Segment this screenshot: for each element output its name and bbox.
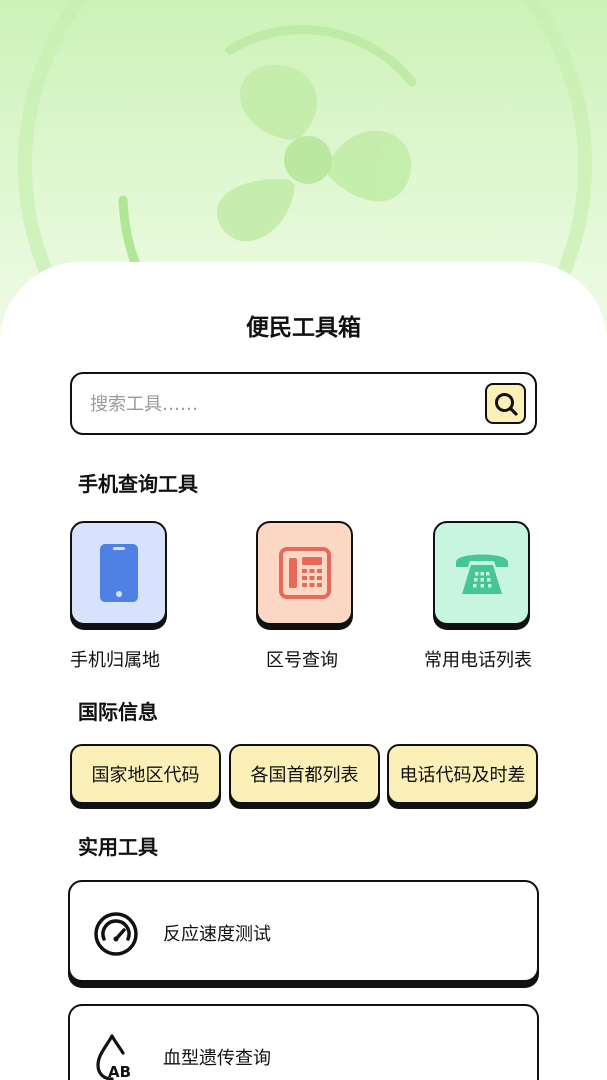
chip-dialing-timezone[interactable]: 电话代码及时差 bbox=[387, 744, 538, 804]
search-bar bbox=[70, 372, 537, 435]
blood-type-ab-icon: AB bbox=[96, 1034, 131, 1080]
section-title-international: 国际信息 bbox=[78, 700, 158, 724]
section-title-phone-tools: 手机查询工具 bbox=[78, 472, 198, 496]
search-input[interactable] bbox=[90, 387, 470, 421]
tool-label: 常用电话列表 bbox=[424, 650, 532, 671]
tool-area-code[interactable]: 区号查询 bbox=[256, 521, 396, 671]
smartphone-icon bbox=[99, 544, 138, 602]
util-label: 血型遗传查询 bbox=[163, 1048, 271, 1069]
tool-phone-location[interactable]: 手机归属地 bbox=[70, 521, 210, 671]
section-title-utilities: 实用工具 bbox=[78, 835, 158, 859]
page-title: 便民工具箱 bbox=[246, 315, 361, 341]
search-icon bbox=[494, 392, 518, 416]
tool-label: 区号查询 bbox=[266, 650, 338, 671]
speedometer-icon bbox=[94, 912, 138, 956]
tool-icon-box bbox=[70, 521, 167, 625]
util-reaction-test[interactable]: 反应速度测试 bbox=[68, 880, 539, 982]
tool-label: 手机归属地 bbox=[70, 650, 160, 671]
util-blood-type[interactable]: AB 血型遗传查询 bbox=[68, 1004, 539, 1080]
tool-common-phones[interactable]: 常用电话列表 bbox=[424, 521, 573, 671]
landline-phone-icon bbox=[278, 547, 331, 599]
chip-capitals[interactable]: 各国首都列表 bbox=[229, 744, 380, 804]
svg-text:AB: AB bbox=[108, 1063, 131, 1080]
tool-icon-box bbox=[256, 521, 353, 625]
util-label: 反应速度测试 bbox=[163, 924, 271, 945]
chip-country-codes[interactable]: 国家地区代码 bbox=[70, 744, 221, 804]
search-button[interactable] bbox=[485, 383, 526, 424]
tool-icon-box bbox=[433, 521, 530, 625]
telephone-icon bbox=[455, 554, 508, 594]
